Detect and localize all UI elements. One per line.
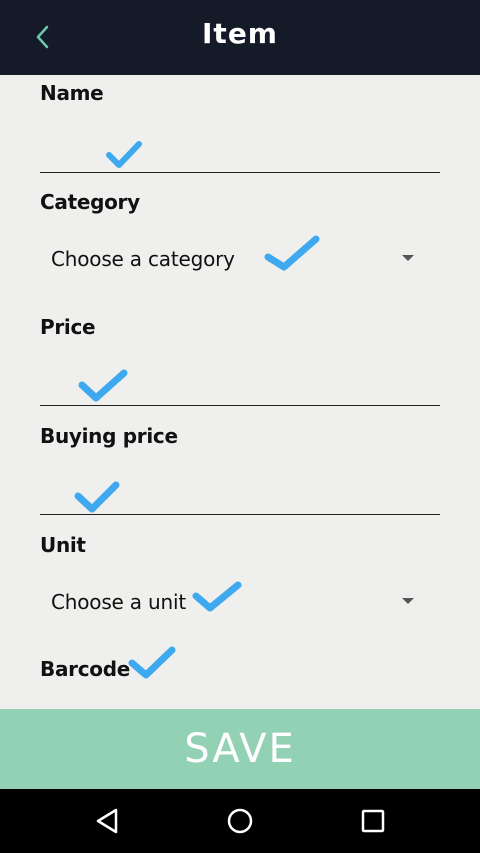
nav-home-button[interactable]: [220, 803, 260, 839]
barcode-label: Barcode: [40, 657, 130, 681]
name-input[interactable]: [40, 132, 440, 172]
category-label: Category: [40, 190, 140, 214]
name-field[interactable]: [40, 132, 440, 173]
checkmark-icon: [106, 141, 142, 168]
checkmark-icon: [264, 235, 320, 271]
checkmark-icon: [74, 481, 120, 513]
buying-price-label: Buying price: [40, 424, 178, 448]
save-button[interactable]: SAVE: [0, 709, 480, 789]
nav-back-button[interactable]: [87, 803, 127, 839]
checkmark-icon: [128, 646, 176, 679]
checkmark-icon: [192, 581, 242, 612]
name-label: Name: [40, 81, 104, 105]
triangle-back-icon: [96, 808, 118, 834]
square-recents-icon: [361, 809, 385, 833]
unit-label: Unit: [40, 533, 86, 557]
save-button-label: SAVE: [184, 726, 296, 772]
category-select[interactable]: Choose a category: [40, 238, 440, 278]
price-label: Price: [40, 315, 96, 339]
unit-selected-value: Choose a unit: [51, 590, 186, 614]
checkmark-icon: [78, 369, 128, 402]
category-selected-value: Choose a category: [51, 247, 235, 271]
dropdown-caret-icon: [402, 598, 414, 604]
dropdown-caret-icon: [402, 255, 414, 261]
page-title: Item: [202, 17, 278, 50]
app-bar: Item: [0, 0, 480, 75]
item-form: Name Category Choose a category Price Bu…: [0, 75, 480, 709]
circle-home-icon: [227, 808, 253, 834]
nav-recents-button[interactable]: [353, 803, 393, 839]
system-navigation-bar: [0, 789, 480, 853]
